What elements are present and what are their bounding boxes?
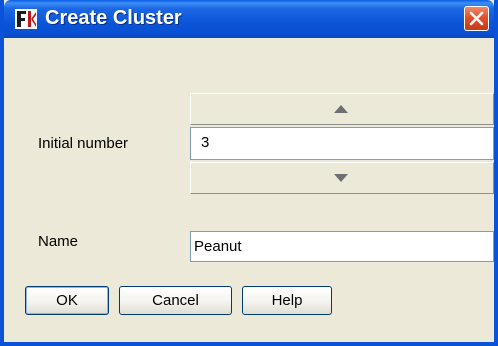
initial-number-label: Initial number: [38, 135, 129, 152]
create-cluster-dialog: Create Cluster Initial number 3 Name Pea…: [0, 0, 498, 346]
initial-number-input[interactable]: 3: [190, 127, 494, 160]
window-title: Create Cluster: [45, 7, 182, 29]
ok-button[interactable]: OK: [25, 286, 109, 315]
cancel-button[interactable]: Cancel: [119, 286, 232, 315]
name-input[interactable]: Peanut: [190, 231, 494, 262]
app-icon: [15, 9, 37, 29]
increment-button[interactable]: [190, 93, 494, 125]
close-button[interactable]: [464, 6, 489, 31]
name-label: Name: [38, 233, 79, 250]
close-icon: [469, 11, 484, 26]
help-button[interactable]: Help: [242, 286, 332, 315]
decrement-button[interactable]: [190, 162, 494, 194]
title-bar[interactable]: Create Cluster: [4, 0, 494, 38]
triangle-down-icon: [334, 174, 348, 182]
triangle-up-icon: [334, 105, 348, 113]
